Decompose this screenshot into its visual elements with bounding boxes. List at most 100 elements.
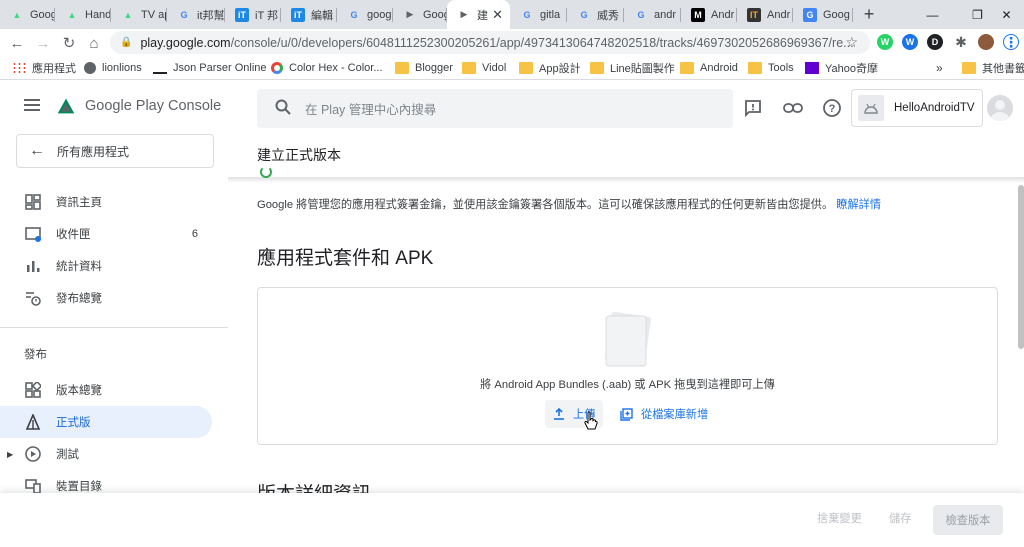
bookmark-item[interactable]: Json Parser Online xyxy=(153,60,267,76)
nav-item-testing[interactable]: 測試 xyxy=(0,438,212,470)
scrollbar[interactable] xyxy=(1018,185,1024,349)
other-bookmarks[interactable]: 其他書籤 xyxy=(962,60,1024,76)
google-icon: G xyxy=(523,9,531,20)
nav-item-statistics[interactable]: 統計資料 xyxy=(0,250,212,282)
browser-tab[interactable]: Gandr xyxy=(624,0,681,29)
nav-item-inbox[interactable]: 收件匣 6 xyxy=(0,218,212,250)
nav-item-releases-overview[interactable]: 版本總覽 xyxy=(0,374,212,406)
browser-tab[interactable]: Ggitla xyxy=(510,0,567,29)
discard-changes-button[interactable]: 捨棄變更 xyxy=(817,510,862,526)
tab-title: Goog xyxy=(30,8,55,21)
bookmark-item[interactable]: Line貼圖製作 xyxy=(590,60,675,76)
learn-more-link[interactable]: 瞭解詳情 xyxy=(836,199,881,211)
account-avatar[interactable] xyxy=(987,95,1013,121)
back-arrow-icon: ← xyxy=(29,142,45,159)
play-icon: ▶ xyxy=(406,9,414,19)
close-tab-icon[interactable]: ✕ xyxy=(492,7,503,23)
tab-title: Goog xyxy=(823,8,850,21)
bookmarks-bar: 應用程式 lionlions Json Parser Online Color Hex… xyxy=(0,56,1024,80)
browser-tab[interactable]: ▲ TV ap xyxy=(111,0,167,29)
browser-tab[interactable]: ▶ 建 ✕ xyxy=(447,0,510,29)
chrome-menu-icon[interactable]: ⋮ xyxy=(1003,34,1019,50)
nav-item-production[interactable]: 正式版 xyxy=(0,406,212,438)
link-icon[interactable] xyxy=(782,97,804,119)
browser-tab[interactable]: ▶ Goog xyxy=(393,0,447,29)
nav-divider xyxy=(0,327,228,328)
browser-tab[interactable]: Git邦幫 xyxy=(167,0,225,29)
bookmark-item[interactable]: Blogger xyxy=(395,60,453,76)
bookmark-item[interactable]: App設計 xyxy=(519,60,581,76)
folder-icon xyxy=(748,62,762,74)
tab-title: TV ap xyxy=(141,8,167,21)
address-bar[interactable]: 🔒 play.google.com /console/u/0/developer… xyxy=(110,31,870,54)
bookmark-item[interactable]: Tools xyxy=(748,60,794,76)
browser-tab-strip: ▲Goog▲Hand▲TV apGit邦幫iTiT 邦iT編輯Ggoog▶Goo… xyxy=(0,0,1024,29)
extensions-puzzle-icon[interactable]: ✱ xyxy=(953,34,969,50)
tab-title: 威秀 xyxy=(597,9,619,22)
google-icon: G xyxy=(637,9,645,20)
folder-icon xyxy=(680,62,694,74)
bookmark-item[interactable]: Yahoo奇摩 xyxy=(805,60,878,76)
url-host: play.google.com xyxy=(140,35,231,50)
browser-tab[interactable]: ▲ Goog xyxy=(0,0,55,29)
bookmark-item[interactable]: Android xyxy=(680,60,738,76)
nav-section-release: 發布 xyxy=(24,349,47,361)
back-icon[interactable]: ← xyxy=(7,33,27,53)
google-icon: G xyxy=(350,9,358,20)
browser-tab[interactable]: G 威秀 xyxy=(567,0,624,29)
brand-logo[interactable]: Google Play Console xyxy=(55,95,221,117)
bookmark-item[interactable]: lionlions xyxy=(84,60,142,76)
w-extension-icon[interactable]: W xyxy=(902,34,918,50)
bookmark-item[interactable]: Vidol xyxy=(462,60,506,76)
console-search-input[interactable]: 在 Play 管理中心內搜尋 xyxy=(257,89,733,128)
browser-tab[interactable]: G Goog xyxy=(793,0,853,29)
bookmark-item[interactable]: 應用程式 xyxy=(12,60,76,76)
nav-item-publishing-overview[interactable]: 發布總覽 xyxy=(0,282,212,314)
add-from-library-button[interactable]: 從檔案庫新增 xyxy=(614,400,714,428)
browser-tab[interactable]: ▲ Hand xyxy=(55,0,111,29)
android-app-icon xyxy=(858,95,884,121)
bookmarks-overflow-icon[interactable]: » xyxy=(936,60,943,76)
profile-avatar-icon[interactable] xyxy=(978,34,994,50)
svg-text:?: ? xyxy=(829,103,836,115)
browser-tab[interactable]: M Andr xyxy=(681,0,737,29)
home-icon[interactable]: ⌂ xyxy=(84,33,104,53)
browser-tab[interactable]: IT Andr xyxy=(737,0,793,29)
ithome-icon: iT xyxy=(291,7,305,22)
help-icon[interactable]: ? xyxy=(821,97,843,119)
nav-item-dashboard[interactable]: 資訊主頁 xyxy=(0,186,212,218)
minimize-icon[interactable]: — xyxy=(910,0,955,29)
feedback-icon[interactable] xyxy=(742,97,764,119)
review-release-button[interactable]: 檢查版本 xyxy=(933,505,1003,535)
testing-icon xyxy=(24,445,42,463)
page-title: 建立正式版本 xyxy=(257,147,341,163)
all-apps-button[interactable]: ← 所有應用程式 xyxy=(16,134,214,168)
globe-icon xyxy=(84,62,96,74)
url-path: /console/u/0/developers/6048111252300205… xyxy=(230,35,854,50)
forward-icon[interactable]: → xyxy=(33,33,53,53)
android-icon: ▲ xyxy=(123,9,133,20)
android-icon: ▲ xyxy=(12,9,22,20)
browser-tab[interactable]: Ggoog xyxy=(337,0,393,29)
whatsapp-extension-icon[interactable]: W xyxy=(877,34,893,50)
bookmark-label: Line貼圖製作 xyxy=(610,63,675,75)
close-window-icon[interactable]: ✕ xyxy=(989,0,1024,29)
d-extension-icon[interactable]: D xyxy=(927,34,943,50)
browser-tab[interactable]: iT 編輯 xyxy=(281,0,337,29)
tab-title: Andr xyxy=(767,8,791,21)
reload-icon[interactable]: ↻ xyxy=(59,33,79,53)
hamburger-menu-icon[interactable] xyxy=(24,99,40,111)
save-button[interactable]: 儲存 xyxy=(889,510,911,526)
translate-icon: G xyxy=(803,7,817,22)
play-console-app: Google Play Console ← 所有應用程式 資訊主頁 收件匣 6 … xyxy=(0,81,1024,547)
library-add-icon xyxy=(620,407,633,421)
upload-dropzone[interactable]: 將 Android App Bundles (.aab) 或 APK 拖曳到這裡… xyxy=(257,287,998,445)
android-icon: ▲ xyxy=(67,9,77,20)
signing-info: Google 將管理您的應用程式簽署金鑰，並使用該金鑰簽署各個版本。這可以確保該… xyxy=(257,196,881,212)
bookmark-star-icon[interactable]: ☆ xyxy=(845,34,858,51)
bookmark-item[interactable]: Color Hex - Color... xyxy=(271,60,383,76)
all-apps-label: 所有應用程式 xyxy=(57,144,130,159)
new-tab-button[interactable]: + xyxy=(859,4,879,24)
app-selector[interactable]: HelloAndroidTV xyxy=(851,89,983,127)
browser-tab[interactable]: iT iT 邦 xyxy=(225,0,281,29)
